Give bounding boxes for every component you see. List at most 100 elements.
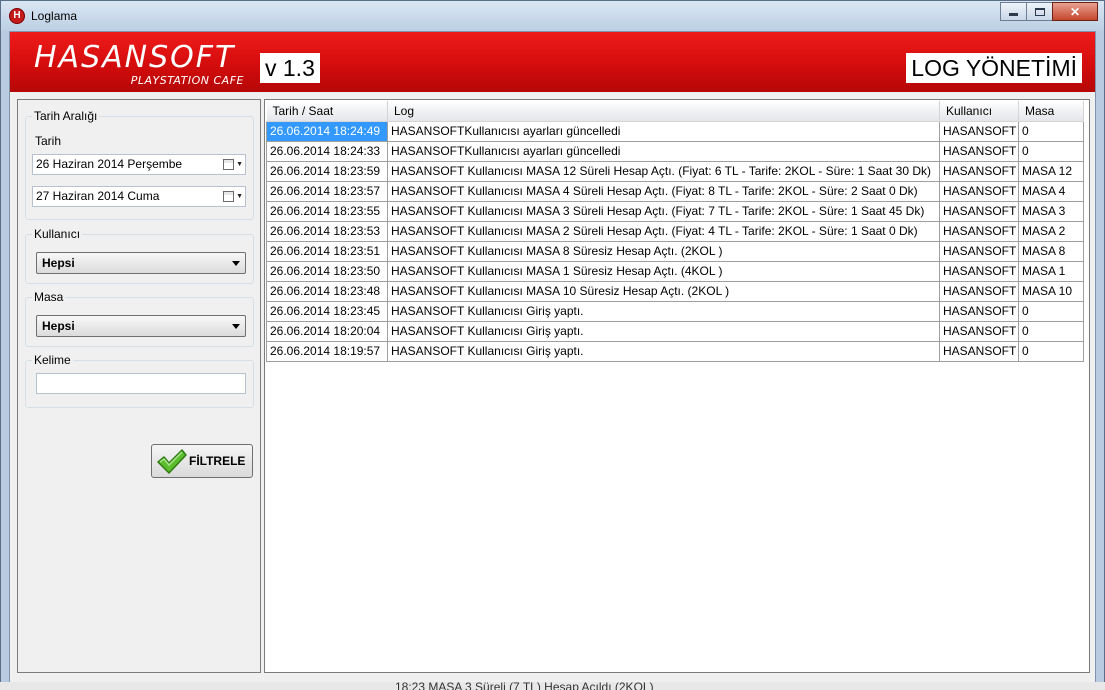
chevron-down-icon xyxy=(232,324,240,329)
chevron-down-icon: ▼ xyxy=(236,161,243,168)
checkmark-icon xyxy=(157,449,187,474)
window-controls: ✕ xyxy=(1000,2,1098,21)
column-header-user[interactable]: Kullanıcı xyxy=(939,101,1019,122)
maximize-button[interactable] xyxy=(1026,2,1053,21)
end-date-picker[interactable]: 27 Haziran 2014 Cuma ▼ xyxy=(32,186,246,207)
table-row[interactable]: 26.06.2014 18:23:50 HASANSOFT Kullanıcısı… xyxy=(266,260,1084,282)
cell-datetime[interactable]: 26.06.2014 18:19:57 xyxy=(266,340,388,362)
cell-user[interactable]: HASANSOFT xyxy=(939,200,1019,222)
cell-table[interactable]: 0 xyxy=(1018,340,1084,362)
keyword-legend: Kelime xyxy=(32,353,73,367)
background-window-text: 18:23 MASA 3 Süreli (7 TL) Hesap Açıldı … xyxy=(395,682,654,690)
table-legend: Masa xyxy=(32,290,66,304)
table-row[interactable]: 26.06.2014 18:23:57 HASANSOFT Kullanıcısı… xyxy=(266,180,1084,202)
cell-table[interactable]: MASA 1 xyxy=(1018,260,1084,282)
cell-datetime[interactable]: 26.06.2014 18:24:49 xyxy=(266,120,388,142)
cell-table[interactable]: MASA 2 xyxy=(1018,220,1084,242)
table-row[interactable]: 26.06.2014 18:23:53 HASANSOFT Kullanıcısı… xyxy=(266,220,1084,242)
cell-user[interactable]: HASANSOFT xyxy=(939,180,1019,202)
version-label: v 1.3 xyxy=(260,53,320,83)
cell-log[interactable]: HASANSOFT Kullanıcısı Giriş yaptı. xyxy=(387,300,940,322)
table-row[interactable]: 26.06.2014 18:23:55 HASANSOFT Kullanıcısı… xyxy=(266,200,1084,222)
table-row[interactable]: 26.06.2014 18:24:33 HASANSOFTKullanıcısı … xyxy=(266,140,1084,162)
keyword-group: Kelime xyxy=(25,353,254,408)
table-row[interactable]: 26.06.2014 18:23:59 HASANSOFT Kullanıcısı… xyxy=(266,160,1084,182)
table-row[interactable]: 26.06.2014 18:24:49 HASANSOFTKullanıcısı … xyxy=(266,120,1084,142)
cell-datetime[interactable]: 26.06.2014 18:23:48 xyxy=(266,280,388,302)
cell-table[interactable]: MASA 10 xyxy=(1018,280,1084,302)
cell-table[interactable]: 0 xyxy=(1018,300,1084,322)
cell-log[interactable]: HASANSOFT Kullanıcısı MASA 12 Süreli Hes… xyxy=(387,160,940,182)
table-row[interactable]: 26.06.2014 18:19:57 HASANSOFT Kullanıcısı… xyxy=(266,340,1084,362)
cell-datetime[interactable]: 26.06.2014 18:23:50 xyxy=(266,260,388,282)
column-header-datetime[interactable]: Tarih / Saat xyxy=(266,101,388,122)
table-row[interactable]: 26.06.2014 18:23:45 HASANSOFT Kullanıcısı… xyxy=(266,300,1084,322)
logo-tagline: PLAYSTATION CAFE xyxy=(130,74,244,87)
cell-table[interactable]: 0 xyxy=(1018,140,1084,162)
filter-button-label: FİLTRELE xyxy=(189,454,246,468)
cell-user[interactable]: HASANSOFT xyxy=(939,220,1019,242)
close-icon: ✕ xyxy=(1069,4,1081,19)
calendar-icon xyxy=(223,191,235,202)
minimize-icon xyxy=(1009,13,1018,16)
cell-datetime[interactable]: 26.06.2014 18:20:04 xyxy=(266,320,388,342)
cell-user[interactable]: HASANSOFT xyxy=(939,240,1019,262)
cell-user[interactable]: HASANSOFT xyxy=(939,140,1019,162)
cell-user[interactable]: HASANSOFT xyxy=(939,120,1019,142)
user-select[interactable]: Hepsi xyxy=(36,252,246,274)
maximize-icon xyxy=(1034,7,1045,16)
cell-table[interactable]: 0 xyxy=(1018,320,1084,342)
date-label: Tarih xyxy=(35,134,62,148)
cell-log[interactable]: HASANSOFT Kullanıcısı MASA 2 Süreli Hesa… xyxy=(387,220,940,242)
minimize-button[interactable] xyxy=(1000,2,1027,21)
cell-user[interactable]: HASANSOFT xyxy=(939,260,1019,282)
table-select-value: Hepsi xyxy=(42,319,75,333)
cell-log[interactable]: HASANSOFT Kullanıcısı MASA 4 Süreli Hesa… xyxy=(387,180,940,202)
user-legend: Kullanıcı xyxy=(32,227,83,241)
cell-log[interactable]: HASANSOFTKullanıcısı ayarları güncelledi xyxy=(387,120,940,142)
cell-user[interactable]: HASANSOFT xyxy=(939,280,1019,302)
cell-log[interactable]: HASANSOFT Kullanıcısı Giriş yaptı. xyxy=(387,340,940,362)
start-date-dropdown[interactable]: ▼ xyxy=(221,157,243,172)
cell-table[interactable]: 0 xyxy=(1018,120,1084,142)
cell-user[interactable]: HASANSOFT xyxy=(939,320,1019,342)
cell-log[interactable]: HASANSOFT Kullanıcısı Giriş yaptı. xyxy=(387,320,940,342)
chevron-down-icon xyxy=(232,261,240,266)
cell-datetime[interactable]: 26.06.2014 18:23:59 xyxy=(266,160,388,182)
cell-log[interactable]: HASANSOFT Kullanıcısı MASA 3 Süreli Hesa… xyxy=(387,200,940,222)
cell-datetime[interactable]: 26.06.2014 18:24:33 xyxy=(266,140,388,162)
cell-log[interactable]: HASANSOFT Kullanıcısı MASA 1 Süresiz Hes… xyxy=(387,260,940,282)
filter-panel: Tarih Aralığı Tarih 26 Haziran 2014 Perş… xyxy=(17,99,261,673)
column-header-table[interactable]: Masa xyxy=(1018,101,1084,122)
table-row[interactable]: 26.06.2014 18:20:04 HASANSOFT Kullanıcısı… xyxy=(266,320,1084,342)
cell-datetime[interactable]: 26.06.2014 18:23:57 xyxy=(266,180,388,202)
cell-user[interactable]: HASANSOFT xyxy=(939,160,1019,182)
column-header-log[interactable]: Log xyxy=(387,101,940,122)
date-range-legend: Tarih Aralığı xyxy=(32,109,100,123)
table-select[interactable]: Hepsi xyxy=(36,315,246,337)
cell-table[interactable]: MASA 3 xyxy=(1018,200,1084,222)
keyword-input[interactable] xyxy=(36,373,246,394)
cell-datetime[interactable]: 26.06.2014 18:23:55 xyxy=(266,200,388,222)
title-bar[interactable]: H Loglama ✕ xyxy=(1,1,1104,31)
table-row[interactable]: 26.06.2014 18:23:48 HASANSOFT Kullanıcısı… xyxy=(266,280,1084,302)
start-date-picker[interactable]: 26 Haziran 2014 Perşembe ▼ xyxy=(32,154,246,175)
cell-log[interactable]: HASANSOFT Kullanıcısı MASA 8 Süresiz Hes… xyxy=(387,240,940,262)
cell-datetime[interactable]: 26.06.2014 18:23:51 xyxy=(266,240,388,262)
cell-user[interactable]: HASANSOFT xyxy=(939,300,1019,322)
window-title: Loglama xyxy=(31,9,78,23)
cell-log[interactable]: HASANSOFTKullanıcısı ayarları güncelledi xyxy=(387,140,940,162)
end-date-dropdown[interactable]: ▼ xyxy=(221,189,243,204)
cell-table[interactable]: MASA 4 xyxy=(1018,180,1084,202)
cell-log[interactable]: HASANSOFT Kullanıcısı MASA 10 Süresiz He… xyxy=(387,280,940,302)
app-window: H Loglama ✕ HASANSOFT PLAYSTATION CAFE v… xyxy=(0,0,1105,690)
cell-datetime[interactable]: 26.06.2014 18:23:45 xyxy=(266,300,388,322)
cell-user[interactable]: HASANSOFT xyxy=(939,340,1019,362)
table-row[interactable]: 26.06.2014 18:23:51 HASANSOFT Kullanıcısı… xyxy=(266,240,1084,262)
cell-table[interactable]: MASA 12 xyxy=(1018,160,1084,182)
cell-datetime[interactable]: 26.06.2014 18:23:53 xyxy=(266,220,388,242)
cell-table[interactable]: MASA 8 xyxy=(1018,240,1084,262)
close-button[interactable]: ✕ xyxy=(1052,2,1098,21)
filter-button[interactable]: FİLTRELE xyxy=(151,444,253,478)
log-table-header: Tarih / Saat Log Kullanıcı Masa xyxy=(266,101,1084,122)
